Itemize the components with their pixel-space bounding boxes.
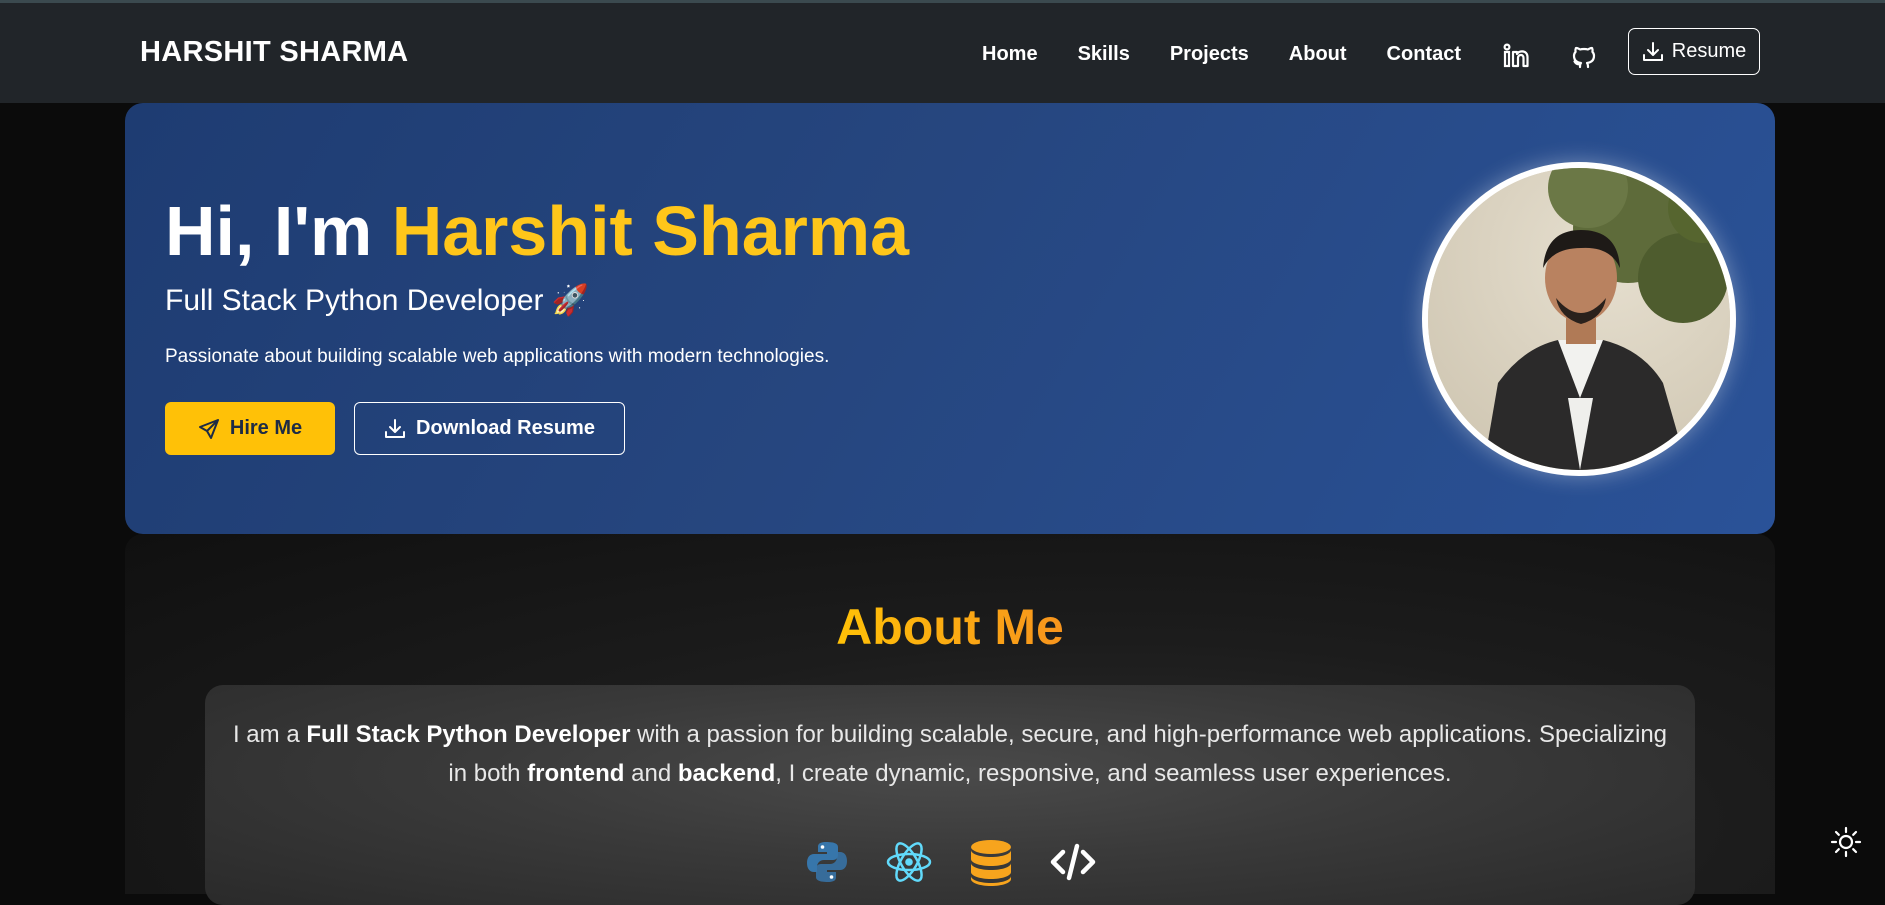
download-icon [1642,41,1663,61]
nav-contact[interactable]: Contact [1387,43,1461,66]
hire-me-label: Hire Me [229,417,303,439]
react-icon [886,842,932,882]
nav-home[interactable]: Home [982,43,1038,66]
about-card: I am a Full Stack Python Developer with … [205,685,1695,905]
hero-greeting: Hi, I'm [165,192,392,270]
about-text: I am a Full Stack Python Developer with … [232,721,1668,787]
code-icon [1050,843,1096,881]
theme-toggle-sun-icon[interactable] [1830,826,1862,858]
resume-button[interactable]: Resume [1628,28,1760,75]
hero-description: Passionate about building scalable web a… [165,346,830,367]
about-title: About Me [836,599,1064,655]
hero-section: Hi, I'm Harshit Sharma Full Stack Python… [125,103,1775,534]
brand-name[interactable]: HARSHIT SHARMA [140,36,408,69]
hero-name: Harshit Sharma [391,192,910,270]
python-icon [807,842,847,882]
about-section: About Me I am a Full Stack Python Develo… [125,534,1775,905]
hero-subtitle: Full Stack Python Developer 🚀 [165,284,590,317]
download-resume-button[interactable]: Download Resume [354,402,625,455]
database-icon [971,840,1011,886]
nav-projects[interactable]: Projects [1170,43,1249,66]
tech-icons [205,838,1695,886]
hero-title: Hi, I'm Harshit Sharma [165,191,909,271]
nav-skills[interactable]: Skills [1078,43,1130,66]
profile-photo [1422,162,1736,476]
person-portrait-icon [1428,168,1730,470]
nav-links: Home Skills Projects About Contact [982,43,1461,66]
nav-about[interactable]: About [1289,43,1347,66]
resume-button-label: Resume [1671,40,1747,62]
linkedin-icon[interactable] [1502,41,1532,71]
navbar: HARSHIT SHARMA Home Skills Projects Abou… [0,3,1885,103]
hire-me-button[interactable]: Hire Me [165,402,335,455]
github-icon[interactable] [1569,41,1599,71]
download-icon [385,418,406,438]
download-resume-label: Download Resume [416,417,595,439]
send-icon [198,418,219,439]
